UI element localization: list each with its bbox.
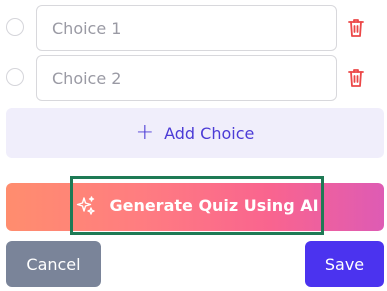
choice-row: Choice 1 <box>0 5 387 51</box>
generate-quiz-label: Generate Quiz Using AI <box>109 196 319 215</box>
add-choice-label: Add Choice <box>164 123 255 143</box>
save-button[interactable]: Save <box>305 241 384 287</box>
generate-quiz-button[interactable]: Generate Quiz Using AI <box>70 176 324 235</box>
cancel-button[interactable]: Cancel <box>6 241 101 287</box>
trash-icon[interactable] <box>346 17 366 39</box>
plus-icon: + <box>135 120 155 145</box>
choice-input[interactable]: Choice 1 <box>36 5 337 51</box>
choice-input[interactable]: Choice 2 <box>36 55 337 101</box>
sparkles-icon <box>77 195 96 215</box>
choice-row: Choice 2 <box>0 55 387 101</box>
choice-radio[interactable] <box>6 68 24 86</box>
add-choice-button[interactable]: + Add Choice <box>6 108 384 158</box>
choice-radio[interactable] <box>6 18 24 36</box>
trash-icon[interactable] <box>346 67 366 89</box>
